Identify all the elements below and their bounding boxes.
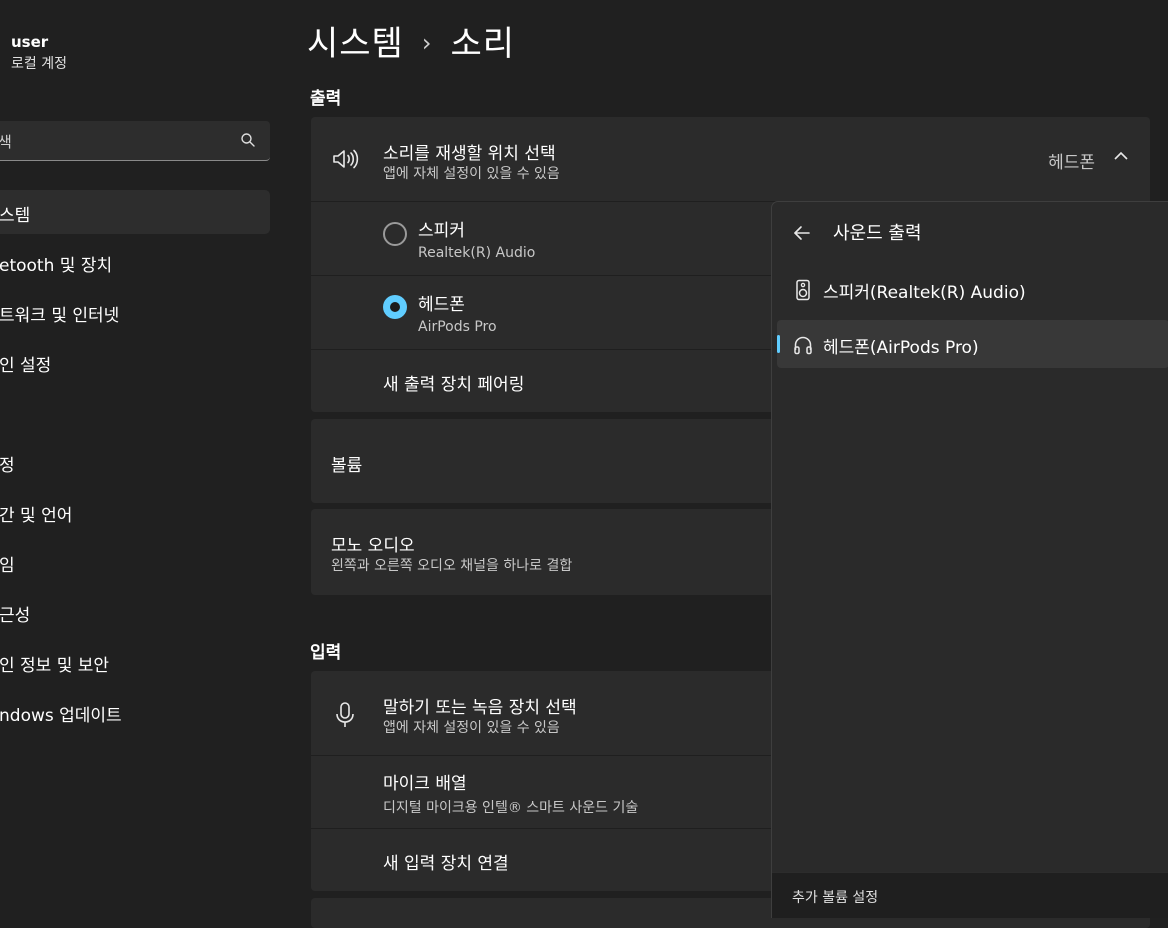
search-input[interactable]: 색 <box>0 121 270 161</box>
sidebar: user 로컬 계정 색 스템 etooth 및 장치 트워크 및 인터넷 인 … <box>0 0 290 917</box>
output-selector-title: 소리를 재생할 위치 선택 <box>383 144 556 164</box>
breadcrumb-chevron-icon: › <box>421 29 433 57</box>
sidebar-item-system[interactable]: 스템 <box>0 190 270 234</box>
user-name: user <box>11 33 49 51</box>
flyout-device-label: 스피커(Realtek(R) Audio) <box>823 283 1026 303</box>
sound-output-flyout: 사운드 출력 스피커(Realtek(R) Audio) 헤드폰(AirPods… <box>771 201 1168 918</box>
back-arrow-icon[interactable] <box>793 224 811 242</box>
sidebar-item-label: 근성 <box>0 606 31 626</box>
volume-label: 볼륨 <box>331 456 363 476</box>
radio-button-selected[interactable] <box>383 295 407 319</box>
flyout-device-label: 헤드폰(AirPods Pro) <box>823 338 979 358</box>
pair-new-output-label: 새 출력 장치 페어링 <box>383 375 525 395</box>
device-name: 마이크 배열 <box>383 774 467 794</box>
headphones-icon <box>794 336 812 355</box>
sidebar-item-gaming[interactable]: 임 <box>0 540 270 584</box>
page-title: 시스템 › 소리 <box>307 16 515 65</box>
sidebar-item-label: 스템 <box>0 206 31 226</box>
input-selector-title: 말하기 또는 녹음 장치 선택 <box>383 698 577 718</box>
more-volume-settings[interactable]: 추가 볼륨 설정 <box>772 872 1168 918</box>
sidebar-item-network[interactable]: 트워크 및 인터넷 <box>0 290 270 334</box>
flyout-title: 사운드 출력 <box>833 223 922 244</box>
input-section-label: 입력 <box>310 643 342 663</box>
mono-audio-subtitle: 왼쪽과 오른쪽 오디오 채널을 하나로 결합 <box>331 558 573 574</box>
device-detail: AirPods Pro <box>418 319 497 335</box>
sidebar-item-time-language[interactable]: 간 및 언어 <box>0 490 270 534</box>
mono-audio-title: 모노 오디오 <box>331 536 415 556</box>
sidebar-item-label: 트워크 및 인터넷 <box>0 306 120 326</box>
sidebar-item-label: 간 및 언어 <box>0 506 73 526</box>
flyout-device-speaker[interactable]: 스피커(Realtek(R) Audio) <box>777 265 1168 313</box>
input-selector-subtitle: 앱에 자체 설정이 있을 수 있음 <box>383 720 560 736</box>
selected-indicator <box>777 335 780 353</box>
speaker-icon <box>796 279 810 301</box>
output-device-selector[interactable]: 소리를 재생할 위치 선택 앱에 자체 설정이 있을 수 있음 헤드폰 <box>311 117 1150 201</box>
sidebar-item-personalization[interactable]: 인 설정 <box>0 340 270 384</box>
chevron-up-icon[interactable] <box>1114 149 1128 163</box>
device-name: 스피커 <box>418 221 465 241</box>
account-type: 로컬 계정 <box>11 56 67 72</box>
device-detail: 디지털 마이크용 인텔® 스마트 사운드 기술 <box>383 800 639 816</box>
more-volume-settings-link[interactable]: 추가 볼륨 설정 <box>792 887 878 907</box>
speaker-volume-icon <box>333 149 359 169</box>
sidebar-item-accounts[interactable]: 정 <box>0 440 270 484</box>
device-name: 헤드폰 <box>418 295 465 315</box>
device-detail: Realtek(R) Audio <box>418 245 536 261</box>
output-section-label: 출력 <box>310 89 342 109</box>
sidebar-item-label: etooth 및 장치 <box>0 256 113 276</box>
search-text: 색 <box>0 133 12 151</box>
microphone-icon <box>336 702 354 727</box>
flyout-device-headphones[interactable]: 헤드폰(AirPods Pro) <box>777 320 1168 368</box>
breadcrumb-parent[interactable]: 시스템 <box>307 24 404 64</box>
sidebar-item-privacy[interactable]: 인 정보 및 보안 <box>0 640 270 684</box>
current-output-device: 헤드폰 <box>1048 153 1095 173</box>
search-icon[interactable] <box>240 132 256 148</box>
sidebar-item-accessibility[interactable]: 근성 <box>0 590 270 634</box>
radio-button[interactable] <box>383 222 407 246</box>
sidebar-item-label: 임 <box>0 556 15 576</box>
sidebar-item-label: 인 정보 및 보안 <box>0 656 110 676</box>
sidebar-item-label: 인 설정 <box>0 356 52 376</box>
sidebar-item-windows-update[interactable]: ndows 업데이트 <box>0 690 270 734</box>
breadcrumb-current: 소리 <box>450 24 516 64</box>
connect-new-input-label: 새 입력 장치 연결 <box>383 854 509 874</box>
sidebar-item-label: ndows 업데이트 <box>0 706 122 726</box>
sidebar-item-label: 정 <box>0 456 15 476</box>
output-selector-subtitle: 앱에 자체 설정이 있을 수 있음 <box>383 166 560 182</box>
sidebar-item-bluetooth[interactable]: etooth 및 장치 <box>0 240 270 284</box>
